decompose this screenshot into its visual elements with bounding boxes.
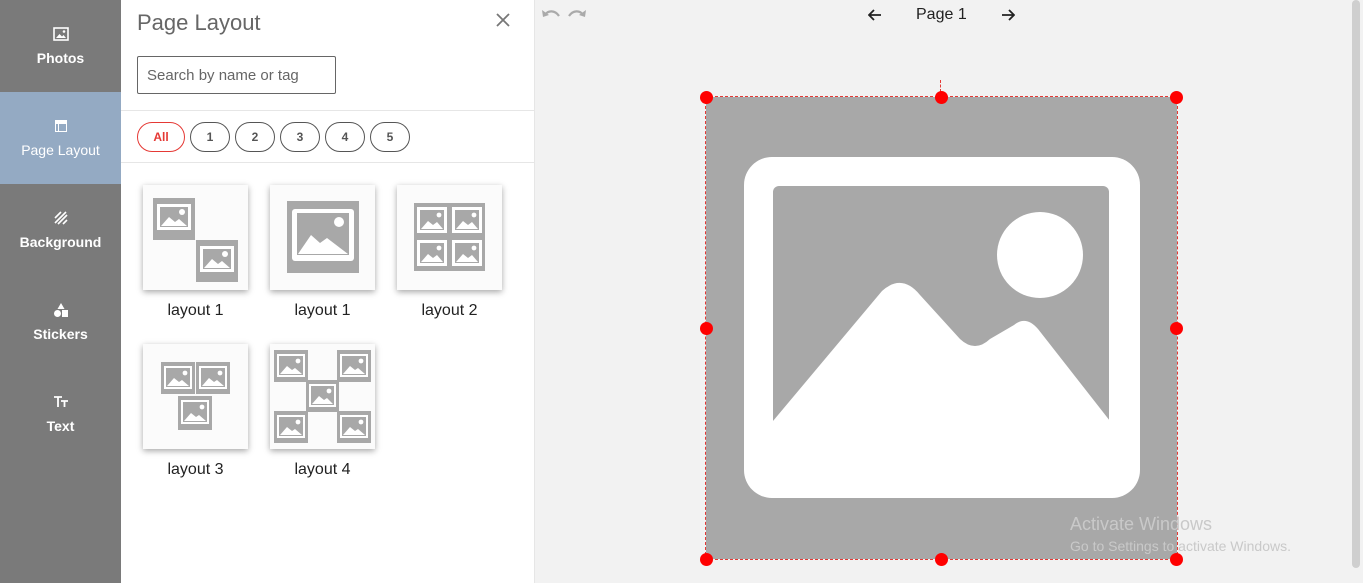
layout-tile[interactable]: layout 1 xyxy=(143,185,248,320)
layout-thumbnail xyxy=(270,344,375,449)
layout-thumbnail xyxy=(143,344,248,449)
sidebar: Photos Page Layout Background Stickers T… xyxy=(0,0,121,583)
layout-panel: Page Layout All 1 2 3 4 5 layout 1 xyxy=(121,0,535,583)
layout-thumbnail xyxy=(270,185,375,290)
activation-watermark-subtitle: Go to Settings to activate Windows. xyxy=(1070,538,1291,554)
filter-chip-2[interactable]: 2 xyxy=(235,122,275,152)
layout-label: layout 3 xyxy=(167,461,224,478)
sidebar-item-label: Stickers xyxy=(33,326,88,342)
selected-photo-frame[interactable] xyxy=(705,96,1178,560)
layout-label: layout 2 xyxy=(421,302,478,319)
layout-label: layout 1 xyxy=(294,302,351,319)
divider xyxy=(121,162,535,163)
sidebar-item-text[interactable]: Text xyxy=(0,368,121,460)
filter-chip-4[interactable]: 4 xyxy=(325,122,365,152)
resize-handle-bottom-right[interactable] xyxy=(1170,553,1183,566)
layout-tile[interactable]: layout 3 xyxy=(143,344,248,479)
resize-handle-top-right[interactable] xyxy=(1170,91,1183,104)
resize-handle-bottom-left[interactable] xyxy=(700,553,713,566)
sidebar-item-photos[interactable]: Photos xyxy=(0,0,121,92)
close-icon[interactable] xyxy=(494,11,512,29)
image-placeholder-icon xyxy=(744,157,1140,498)
sidebar-item-background[interactable]: Background xyxy=(0,184,121,276)
arrow-left-icon xyxy=(868,9,881,21)
redo-icon[interactable] xyxy=(566,6,588,24)
page-navigator: Page 1 xyxy=(866,5,1017,25)
layout-thumbnail xyxy=(143,185,248,290)
arrow-right-icon xyxy=(1001,9,1015,21)
image-icon xyxy=(52,27,69,41)
resize-handle-top-left[interactable] xyxy=(700,91,713,104)
resize-handle-bottom[interactable] xyxy=(935,553,948,566)
sidebar-item-stickers[interactable]: Stickers xyxy=(0,276,121,368)
layout-label: layout 4 xyxy=(294,461,351,478)
resize-handle-right[interactable] xyxy=(1170,322,1183,335)
next-page-button[interactable] xyxy=(999,5,1017,25)
layout-tile[interactable]: layout 2 xyxy=(397,185,502,320)
undo-icon[interactable] xyxy=(540,6,562,24)
filter-chip-5[interactable]: 5 xyxy=(370,122,410,152)
vertical-scrollbar[interactable] xyxy=(1352,0,1360,568)
resize-handle-top[interactable] xyxy=(935,91,948,104)
layout-label: layout 1 xyxy=(167,302,224,319)
filter-chip-3[interactable]: 3 xyxy=(280,122,320,152)
sidebar-item-label: Background xyxy=(19,234,102,250)
page-label: Page 1 xyxy=(916,6,967,23)
text-icon xyxy=(53,396,68,407)
sidebar-item-page-layout[interactable]: Page Layout xyxy=(0,92,121,184)
pattern-icon xyxy=(53,211,68,225)
sidebar-item-label: Page Layout xyxy=(21,142,100,158)
layout-grid: layout 1 layout 1 layout 2 layout 3 layo… xyxy=(143,185,502,479)
resize-handle-left[interactable] xyxy=(700,322,713,335)
prev-page-button[interactable] xyxy=(866,5,884,25)
filter-chip-1[interactable]: 1 xyxy=(190,122,230,152)
panel-title: Page Layout xyxy=(137,10,261,35)
search-input[interactable] xyxy=(137,56,336,94)
layout-thumbnail xyxy=(397,185,502,290)
shapes-icon xyxy=(53,303,68,317)
activation-watermark-title: Activate Windows xyxy=(1070,514,1213,534)
sidebar-item-label: Photos xyxy=(36,50,85,66)
filter-chip-all[interactable]: All xyxy=(137,122,185,152)
layout-icon xyxy=(54,120,67,132)
filter-chips: All 1 2 3 4 5 xyxy=(137,122,410,152)
sidebar-item-label: Text xyxy=(46,418,75,434)
layout-tile[interactable]: layout 1 xyxy=(270,185,375,320)
divider xyxy=(121,110,535,111)
layout-tile[interactable]: layout 4 xyxy=(270,344,375,479)
